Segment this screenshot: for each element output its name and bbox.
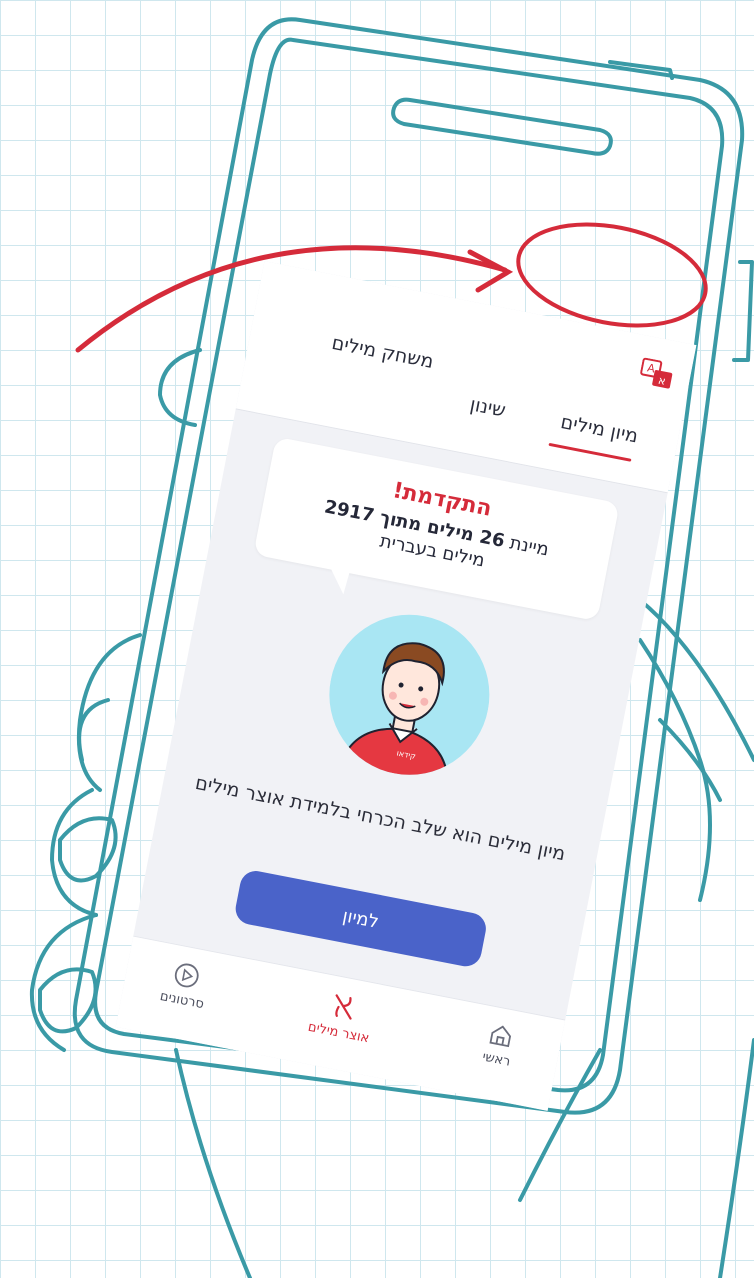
bubble-tail [325,567,350,595]
nav-vocabulary-label: אוצר מילים [306,1019,371,1047]
tab-word-game[interactable]: משחק מילים [330,332,435,373]
translate-icon[interactable]: A א [637,357,676,393]
aleph-icon [335,994,352,1020]
avatar: קידאו [329,614,490,789]
active-tab-indicator [548,442,632,462]
tab-sort-words[interactable]: מיון מילים [559,411,640,448]
description-text: מיון מילים הוא שלב הכרחי בלמידת אוצר מיל… [193,771,568,866]
nav-home-label: ראשי [481,1049,512,1070]
home-icon [489,1025,512,1048]
nav-home[interactable]: ראשי [441,1012,558,1077]
tab-memorize[interactable]: שינון [468,393,507,421]
nav-vocabulary[interactable]: אוצר מילים [283,982,400,1051]
play-icon [174,963,199,988]
nav-videos[interactable]: סרטונים [126,951,243,1018]
phone-speaker [391,97,613,156]
sort-button[interactable]: למיון [232,868,489,970]
nav-videos-label: סרטונים [158,988,206,1013]
